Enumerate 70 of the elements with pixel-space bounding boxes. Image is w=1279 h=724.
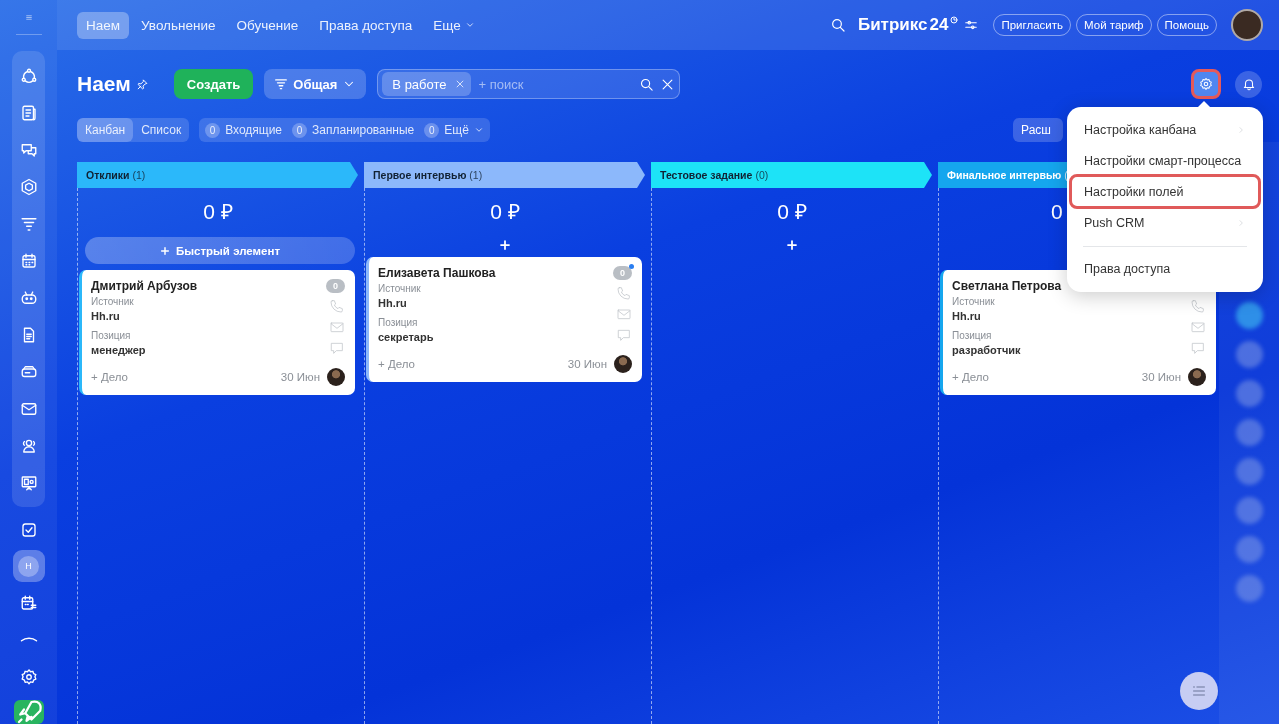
column-count: (1)	[469, 169, 483, 181]
column-count: (0)	[755, 169, 769, 181]
logo-text: Битрикс	[857, 15, 928, 35]
column-sum: 0	[1051, 200, 1063, 224]
nav-tab[interactable]: Еще	[424, 11, 484, 39]
column-header[interactable]: Первое интервью (1)	[364, 162, 645, 188]
logo-number: 24	[929, 15, 949, 35]
column-sum: 0 ₽	[202, 200, 234, 224]
column-title: Тестовое задание	[660, 169, 753, 181]
count-badge: 0	[292, 122, 308, 138]
count-badge: 0	[205, 122, 221, 138]
field-label: Источник	[378, 283, 422, 294]
add-task-link[interactable]: + Дело	[378, 358, 415, 370]
create-button[interactable]: Создать	[173, 69, 254, 99]
view-tab[interactable]: Канбан	[77, 118, 134, 142]
card-date: 30 Июн	[280, 371, 320, 383]
column-sum: 0 ₽	[776, 200, 808, 224]
counter-label: Входящие	[225, 123, 283, 137]
field-value: Hh.ru	[91, 310, 121, 322]
field-value: Hh.ru	[378, 297, 408, 309]
counter-filter[interactable]: 0 Запланированные	[292, 122, 415, 138]
counter-filter[interactable]: 0 Входящие	[205, 122, 283, 138]
counter-badge: 0	[613, 266, 632, 280]
nav-tab[interactable]: Наем	[77, 11, 130, 39]
field-value: Hh.ru	[952, 310, 982, 322]
card-date: 30 Июн	[567, 358, 607, 370]
nav-tab[interactable]: Права доступа	[310, 11, 422, 39]
counter-badge: 0	[326, 279, 345, 293]
column-title: Первое интервью	[373, 169, 467, 181]
page-title: Наем	[77, 72, 131, 96]
column-sum: 0 ₽	[489, 200, 521, 224]
counter-label: Ещё	[444, 123, 469, 137]
counter-filter[interactable]: 0 Ещё	[424, 122, 484, 138]
quick-add-button[interactable]: Быстрый элемент	[85, 237, 355, 264]
add-task-link[interactable]: + Дело	[91, 371, 128, 383]
field-label: Источник	[952, 296, 996, 307]
column-title: Отклики	[86, 169, 130, 181]
count-badge: 0	[424, 122, 440, 138]
nav-tab[interactable]: Увольнение	[132, 11, 225, 39]
counter-label: Запланированные	[312, 123, 415, 137]
column-count: (1)	[132, 169, 146, 181]
logo[interactable]: Битрикс24	[857, 15, 959, 35]
sidebar-item[interactable]: Н	[12, 550, 45, 582]
field-label: Позиция	[91, 330, 132, 341]
candidate-name[interactable]: Елизавета Пашкова	[378, 266, 613, 280]
extra-button[interactable]: Расш	[1013, 118, 1063, 142]
category-dropdown[interactable]: Общая	[264, 69, 367, 99]
field-label: Позиция	[952, 330, 993, 341]
user-initial: Н	[18, 555, 39, 577]
deal-card[interactable]: Елизавета Пашкова Источник Hh.ru Позиция секретарь 0 + Дело 30 Июн	[366, 257, 642, 382]
add-task-link[interactable]: + Дело	[952, 371, 989, 383]
column-title: Финальное интервью	[947, 169, 1062, 181]
field-value: секретарь	[378, 331, 435, 343]
deal-card[interactable]: Дмитрий Арбузов Источник Hh.ru Позиция менеджер 0 + Дело 30 Июн	[79, 270, 355, 395]
filter-chip[interactable]: В работе	[382, 72, 471, 96]
menu-item[interactable]: Настройки полей	[1069, 174, 1261, 209]
field-value: менеджер	[91, 344, 147, 356]
view-tab[interactable]: Список	[133, 118, 190, 142]
menu-item[interactable]: Настройка канбана	[1069, 114, 1261, 145]
filter-field[interactable]: В работе + поиск	[377, 69, 681, 99]
column-count: (	[1064, 169, 1068, 181]
menu-item[interactable]: Push CRM	[1069, 207, 1261, 238]
candidate-name[interactable]: Дмитрий Арбузов	[91, 279, 326, 293]
nav-tab[interactable]: Обучение	[227, 11, 308, 39]
column-header[interactable]: Тестовое задание (0)	[651, 162, 932, 188]
card-date: 30 Июн	[1141, 371, 1181, 383]
field-label: Источник	[91, 296, 135, 307]
field-value: разработчик	[952, 344, 1022, 356]
field-label: Позиция	[378, 317, 419, 328]
column-header[interactable]: Отклики (1)	[77, 162, 358, 188]
